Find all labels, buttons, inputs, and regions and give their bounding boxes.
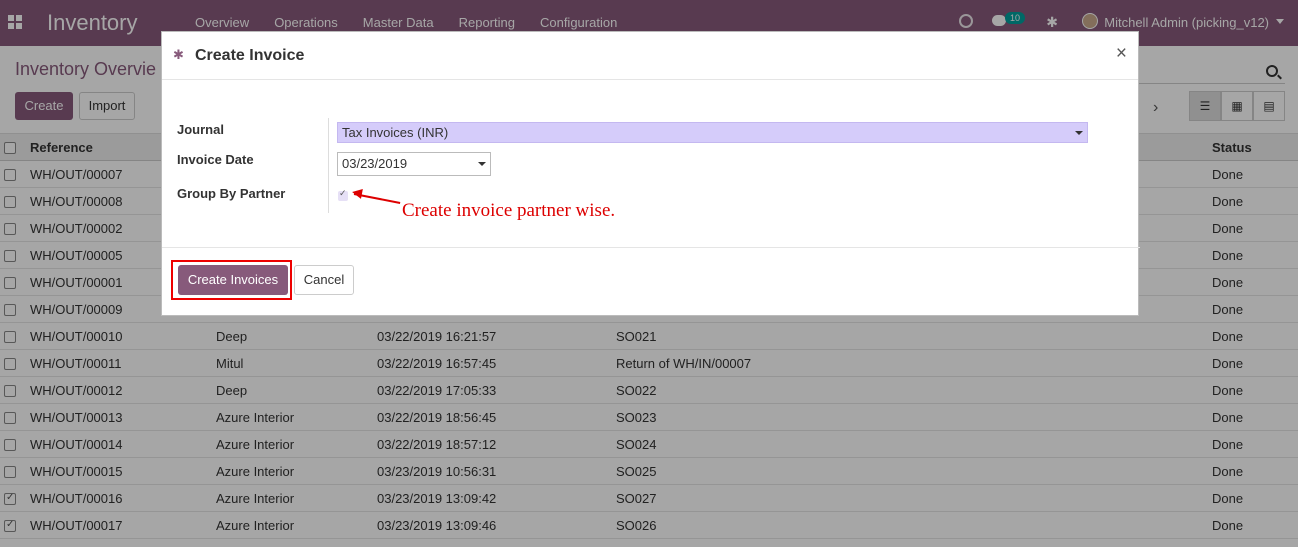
invoice-date-label: Invoice Date [177, 152, 254, 167]
journal-value: Tax Invoices (INR) [342, 125, 449, 140]
chevron-down-icon[interactable] [478, 162, 486, 166]
chevron-down-icon[interactable] [1075, 131, 1083, 135]
annotation-text: Create invoice partner wise. [402, 200, 616, 221]
invoice-date-value: 03/23/2019 [342, 156, 408, 171]
group-by-partner-label: Group By Partner [177, 186, 286, 201]
dialog-footer: Create Invoices Cancel [162, 247, 1140, 317]
create-invoices-button[interactable]: Create Invoices [178, 265, 288, 295]
close-icon[interactable]: × [1116, 43, 1127, 65]
form-divider [328, 118, 329, 213]
journal-label: Journal [177, 122, 224, 137]
group-by-partner-checkbox[interactable] [338, 188, 348, 201]
journal-select[interactable]: Tax Invoices (INR) [337, 122, 1088, 143]
cancel-button[interactable]: Cancel [294, 265, 354, 295]
create-invoice-dialog: ✱ Create Invoice × Journal Invoice Date … [161, 31, 1140, 317]
invoice-form: Journal Invoice Date Group By Partner Ta… [162, 80, 1140, 247]
dialog-title: Create Invoice [195, 47, 305, 64]
bug-icon: ✱ [173, 47, 184, 62]
invoice-date-field[interactable]: 03/23/2019 [337, 152, 491, 176]
annotation-arrow-head [351, 187, 363, 199]
dialog-header: ✱ Create Invoice × [162, 32, 1138, 80]
